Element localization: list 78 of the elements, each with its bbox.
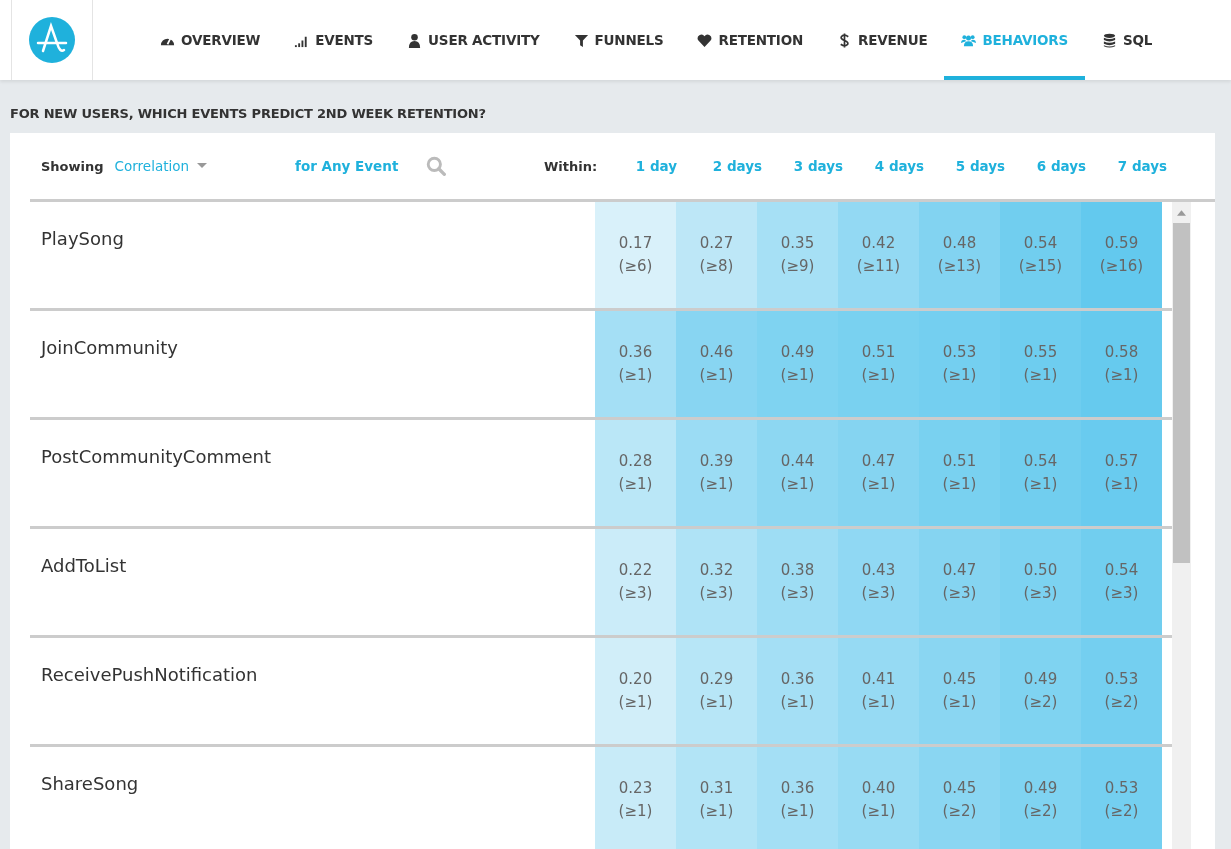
table-cell: 0.27 (≥8) xyxy=(676,202,757,308)
table-cell: 0.54 (≥1) xyxy=(1000,420,1081,526)
showing-label: Showing xyxy=(40,158,104,174)
table-cell: 0.17 (≥6) xyxy=(595,202,676,308)
table-cell: 0.38 (≥3) xyxy=(757,529,838,635)
table-cell: 0.35 (≥9) xyxy=(757,202,838,308)
table-cell: 0.42 (≥11) xyxy=(838,202,919,308)
table-cell: 0.22 (≥3) xyxy=(595,529,676,635)
table-cell: 0.45 (≥2) xyxy=(919,747,1000,849)
table-cell: 0.31 (≥1) xyxy=(676,747,757,849)
table-cell: 0.47 (≥3) xyxy=(919,529,1000,635)
event-name: ShareSong xyxy=(40,772,140,796)
table-cell: 0.59 (≥16) xyxy=(1081,202,1162,308)
table-cell: 0.51 (≥1) xyxy=(919,420,1000,526)
table-cell: 0.47 (≥1) xyxy=(838,420,919,526)
nav-tab[interactable]: REVENUE xyxy=(820,0,945,80)
table-cell: 0.23 (≥1) xyxy=(595,747,676,849)
table-cell: 0.54 (≥3) xyxy=(1081,529,1162,635)
scroll-up-icon[interactable] xyxy=(1177,210,1186,216)
nav-tab[interactable]: FUNNELS xyxy=(556,0,681,80)
table-cell: 0.29 (≥1) xyxy=(676,638,757,744)
table-cell: 0.44 (≥1) xyxy=(757,420,838,526)
table-cell: 0.51 (≥1) xyxy=(838,311,919,417)
metric-dropdown[interactable]: Correlation xyxy=(103,158,208,174)
column-header[interactable]: 3 days xyxy=(778,158,859,174)
funnel-icon xyxy=(573,32,589,48)
table-cell: 0.36 (≥1) xyxy=(757,638,838,744)
table-cell: 0.49 (≥2) xyxy=(1000,638,1081,744)
table-cell: 0.54 (≥15) xyxy=(1000,202,1081,308)
table-cell: 0.43 (≥3) xyxy=(838,529,919,635)
scrollbar[interactable] xyxy=(1172,202,1191,849)
table-cell: 0.58 (≥1) xyxy=(1081,311,1162,417)
event-filter-link[interactable]: for Any Event xyxy=(295,158,399,174)
table-cell: 0.53 (≥2) xyxy=(1081,747,1162,849)
nav-tab[interactable]: SQL xyxy=(1085,0,1170,80)
table-cell: 0.53 (≥1) xyxy=(919,311,1000,417)
table-cell: 0.32 (≥3) xyxy=(676,529,757,635)
column-header[interactable]: 5 days xyxy=(940,158,1021,174)
column-header[interactable]: 6 days xyxy=(1021,158,1102,174)
logo-icon[interactable] xyxy=(29,17,75,63)
event-name: PostCommunityComment xyxy=(40,445,273,469)
table-cell: 0.57 (≥1) xyxy=(1081,420,1162,526)
table-cell: 0.20 (≥1) xyxy=(595,638,676,744)
users-icon xyxy=(961,32,977,48)
event-name: AddToList xyxy=(40,554,128,578)
column-header[interactable]: 1 day xyxy=(616,158,697,174)
table-cell: 0.39 (≥1) xyxy=(676,420,757,526)
table-cell: 0.40 (≥1) xyxy=(838,747,919,849)
table-cell: 0.46 (≥1) xyxy=(676,311,757,417)
table-cell: 0.41 (≥1) xyxy=(838,638,919,744)
column-header[interactable]: 2 days xyxy=(697,158,778,174)
nav-tab[interactable]: BEHAVIORS xyxy=(944,0,1086,80)
event-name: JoinCommunity xyxy=(39,336,179,360)
event-name: PlaySong xyxy=(40,227,125,251)
column-header[interactable]: 4 days xyxy=(859,158,940,174)
table-cell: 0.55 (≥1) xyxy=(1000,311,1081,417)
table-cell: 0.53 (≥2) xyxy=(1081,638,1162,744)
search-icon[interactable] xyxy=(426,156,447,176)
within-label: Within: xyxy=(543,158,599,174)
table-cell: 0.36 (≥1) xyxy=(757,747,838,849)
page-heading: FOR NEW USERS, WHICH EVENTS PREDICT 2ND WEEK RETENTION? xyxy=(9,105,487,123)
table-cell: 0.48 (≥13) xyxy=(919,202,1000,308)
database-icon xyxy=(1102,32,1118,48)
table-cell: 0.45 (≥1) xyxy=(919,638,1000,744)
caret-icon xyxy=(197,163,208,169)
table-cell: 0.49 (≥1) xyxy=(757,311,838,417)
heart-icon xyxy=(697,32,713,48)
nav-tab[interactable]: OVERVIEW xyxy=(143,0,278,80)
user-icon xyxy=(407,32,423,48)
table-cell: 0.50 (≥3) xyxy=(1000,529,1081,635)
nav-tab[interactable]: USER ACTIVITY xyxy=(390,0,557,80)
nav-tab[interactable]: RETENTION xyxy=(680,0,821,80)
table-cell: 0.28 (≥1) xyxy=(595,420,676,526)
column-header[interactable]: 7 days xyxy=(1102,158,1183,174)
table-cell: 0.49 (≥2) xyxy=(1000,747,1081,849)
table-cell: 0.36 (≥1) xyxy=(595,311,676,417)
nav-tab[interactable]: EVENTS xyxy=(277,0,391,80)
event-name: ReceivePushNotification xyxy=(40,663,259,687)
